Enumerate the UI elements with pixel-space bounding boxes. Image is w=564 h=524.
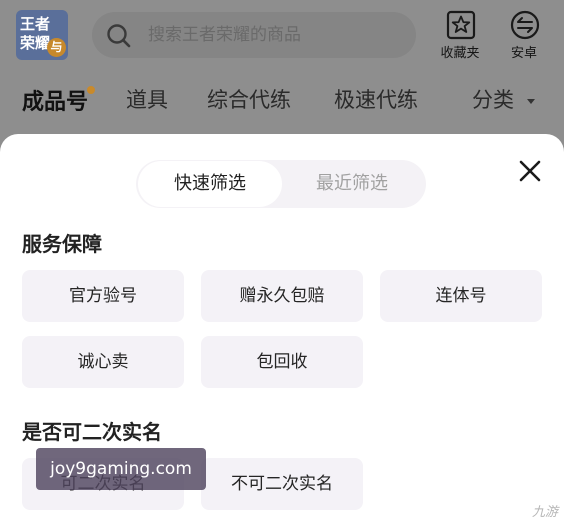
filter-chip-not-re-verifiable[interactable]: 不可二次实名 [201,458,363,510]
segment-recent-filter[interactable]: 最近筛选 [280,160,424,208]
app-logo-badge: 与 [47,38,66,57]
section-title-real-name: 是否可二次实名 [22,420,162,444]
tab-boosting[interactable]: 综合代练 [207,84,291,114]
filter-mode-segmented-control: 快速筛选 最近筛选 [136,160,426,208]
filter-chip-linked-account[interactable]: 连体号 [380,270,542,322]
search-bar[interactable] [92,12,416,58]
platform-label: 安卓 [510,46,537,61]
tab-label: 道具 [126,88,168,112]
search-input[interactable] [148,22,398,48]
new-dot-badge [87,86,96,94]
filter-chip-permanent-compensation[interactable]: 赠永久包赔 [201,270,363,322]
tab-items[interactable]: 道具 [126,84,168,114]
tab-fast-boosting[interactable]: 极速代练 [334,84,418,114]
filter-chip-buyback[interactable]: 包回收 [201,336,363,388]
category-tabs: 成品号 道具 综合代练 极速代练 分类 [0,80,564,120]
filter-chip-official-verify[interactable]: 官方验号 [22,270,184,322]
tab-label: 极速代练 [334,88,418,112]
favorites-button[interactable]: 收藏夹 [430,8,490,62]
segment-quick-filter[interactable]: 快速筛选 [138,161,282,207]
close-icon[interactable] [515,156,545,186]
app-logo: 王者荣耀 与 [16,10,68,60]
tab-label: 综合代练 [207,88,291,112]
tab-finished-accounts[interactable]: 成品号 [22,84,96,116]
tab-label: 分类 [472,88,514,112]
section-title-service: 服务保障 [22,232,102,256]
platform-switch-button[interactable]: 安卓 [494,8,554,62]
tab-label: 成品号 [22,90,89,115]
corner-watermark-logo: 九游 [531,505,558,520]
switch-arrows-icon [510,10,540,40]
star-icon [446,10,476,40]
search-icon [107,24,131,48]
tab-categories[interactable]: 分类 [472,84,537,114]
favorites-label: 收藏夹 [440,46,480,61]
filter-chip-sincere-sale[interactable]: 诚心卖 [22,336,184,388]
caret-down-icon [526,99,535,104]
watermark-overlay: joy9gaming.com [36,448,206,490]
